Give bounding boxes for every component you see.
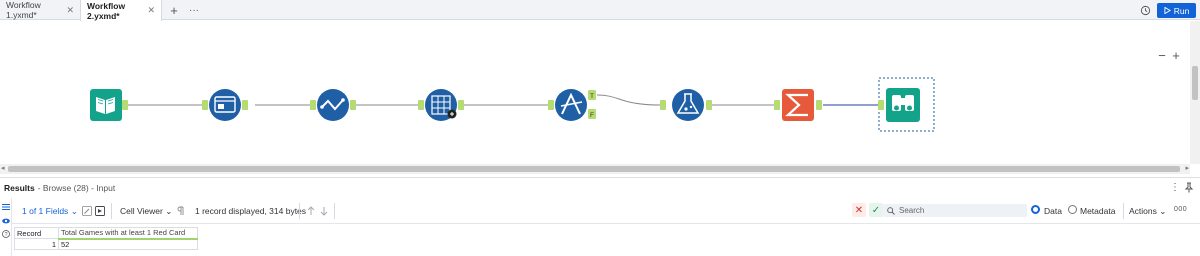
tab-bar: Workflow 1.yxmd* ✕ Workflow 2.yxmd* ✕ + … bbox=[0, 0, 1200, 21]
fields-dropdown[interactable]: 1 of 1 Fields ⌄ bbox=[22, 206, 78, 217]
tab-label: Workflow 1.yxmd* bbox=[6, 0, 41, 20]
table-row[interactable]: 1 52 bbox=[14, 238, 198, 250]
scroll-thumb[interactable] bbox=[8, 166, 1180, 172]
data-radio[interactable] bbox=[1031, 205, 1040, 214]
edit-icon[interactable] bbox=[82, 206, 92, 216]
cell-viewer-dropdown[interactable]: Cell Viewer ⌄ bbox=[120, 206, 172, 217]
column-header-record[interactable]: Record bbox=[14, 227, 59, 239]
table-cell-record[interactable]: 1 bbox=[14, 238, 59, 250]
chevron-down-icon: ⌄ bbox=[165, 206, 173, 216]
svg-text:?: ? bbox=[4, 232, 7, 238]
close-icon: ✕ bbox=[854, 204, 864, 216]
true-anchor-label: T bbox=[590, 93, 594, 100]
discard-button[interactable]: ✕ bbox=[852, 203, 866, 217]
list-view-icon[interactable] bbox=[2, 203, 10, 211]
metadata-radio-label: Metadata bbox=[1080, 206, 1116, 216]
scroll-right-icon[interactable]: ▸ bbox=[1185, 164, 1189, 172]
scroll-left-icon[interactable]: ◂ bbox=[1, 164, 5, 172]
actions-label: Actions bbox=[1129, 206, 1157, 216]
more-options-icon[interactable]: ⋮ bbox=[1170, 182, 1180, 193]
help-icon[interactable]: ? bbox=[2, 230, 10, 238]
table-cell-value[interactable]: 52 bbox=[58, 238, 198, 250]
history-icon[interactable] bbox=[1140, 5, 1151, 16]
chevron-down-icon: ⌄ bbox=[1159, 206, 1167, 216]
close-icon[interactable]: ✕ bbox=[147, 5, 155, 16]
cell-viewer-label: Cell Viewer bbox=[120, 206, 163, 216]
chevron-down-icon: ⌄ bbox=[70, 206, 78, 216]
results-subtitle: - Browse (28) - Input bbox=[37, 182, 116, 193]
results-grid: Record Total Games with at least 1 Red C… bbox=[14, 227, 198, 250]
metadata-radio[interactable] bbox=[1068, 205, 1077, 214]
arrow-down-icon[interactable] bbox=[319, 206, 329, 216]
tab-label: Workflow 2.yxmd* bbox=[87, 0, 126, 21]
fields-label: 1 of 1 Fields bbox=[22, 206, 69, 216]
results-title: Results bbox=[4, 182, 35, 193]
divider bbox=[1123, 203, 1124, 219]
paragraph-icon[interactable] bbox=[177, 206, 184, 216]
summarize-sigma-icon[interactable] bbox=[774, 89, 822, 121]
column-header-field[interactable]: Total Games with at least 1 Red Card bbox=[58, 227, 198, 240]
divider bbox=[334, 203, 335, 219]
canvas-horizontal-scrollbar[interactable]: ◂ ▸ bbox=[0, 164, 1190, 174]
filter-tool-icon[interactable]: T F bbox=[548, 89, 596, 121]
canvas-vertical-scrollbar[interactable] bbox=[1190, 21, 1200, 164]
divider bbox=[111, 203, 112, 219]
search-icon bbox=[887, 206, 895, 215]
arrow-up-icon[interactable] bbox=[306, 206, 316, 216]
workflow-diagram: T F bbox=[90, 77, 935, 132]
close-icon[interactable]: ✕ bbox=[66, 5, 74, 16]
run-label: Run bbox=[1173, 5, 1190, 16]
browse-binoculars-icon[interactable] bbox=[878, 77, 935, 132]
record-view-icon[interactable] bbox=[95, 206, 105, 216]
select-tool-icon[interactable] bbox=[202, 89, 248, 121]
accept-button[interactable]: ✓ bbox=[869, 203, 883, 217]
tab-workflow-1[interactable]: Workflow 1.yxmd* ✕ bbox=[0, 0, 80, 20]
results-header: Results - Browse (28) - Input ⋮ bbox=[0, 177, 1200, 197]
input-data-book-icon[interactable] bbox=[90, 89, 128, 121]
more-options-icon[interactable]: ··· bbox=[185, 0, 203, 20]
results-left-rail: ? bbox=[0, 198, 12, 256]
records-info: 1 record displayed, 314 bytes bbox=[195, 206, 307, 216]
multi-row-formula-icon[interactable] bbox=[418, 89, 464, 121]
run-button[interactable]: Run bbox=[1157, 3, 1196, 18]
check-icon: ✓ bbox=[871, 204, 881, 216]
scroll-thumb[interactable] bbox=[1192, 66, 1198, 100]
pin-icon[interactable] bbox=[1185, 182, 1193, 193]
tab-workflow-2[interactable]: Workflow 2.yxmd* ✕ bbox=[80, 0, 162, 21]
play-icon bbox=[1164, 7, 1171, 14]
actions-dropdown[interactable]: Actions ⌄ bbox=[1129, 206, 1166, 217]
divider bbox=[299, 203, 300, 219]
search-box bbox=[883, 204, 1027, 217]
eye-icon[interactable] bbox=[2, 217, 10, 225]
formula-tool-icon[interactable] bbox=[310, 89, 356, 121]
sleep-icon[interactable]: 000 bbox=[1174, 206, 1187, 213]
false-anchor-label: F bbox=[590, 112, 594, 119]
workflow-canvas[interactable]: − + T F bbox=[0, 21, 1190, 164]
data-radio-label: Data bbox=[1044, 206, 1062, 216]
results-toolbar: 1 of 1 Fields ⌄ Cell Viewer ⌄ 1 record d… bbox=[12, 198, 1200, 224]
search-input[interactable] bbox=[899, 206, 1019, 215]
formula-flask-icon[interactable] bbox=[660, 89, 712, 121]
add-tab-icon[interactable]: + bbox=[164, 0, 184, 20]
